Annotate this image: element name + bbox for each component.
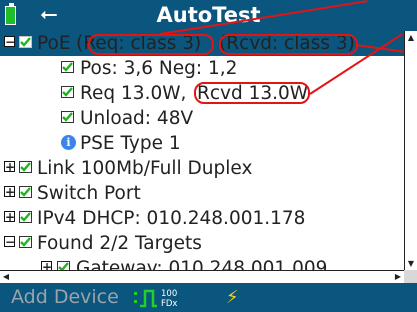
checkmark-icon <box>19 236 32 248</box>
scroll-up-icon[interactable]: ▲ <box>406 32 416 43</box>
expand-icon[interactable]: + <box>4 186 15 198</box>
poe-label: PoE <box>37 33 71 54</box>
vertical-scrollbar[interactable]: ▲ ▼ <box>404 31 417 270</box>
link-label: Link 100Mb/Full Duplex <box>37 158 253 179</box>
checkmark-icon <box>61 86 74 98</box>
power-bolt-icon: ⚡ <box>226 287 239 308</box>
speed-bottom: FDx <box>161 299 177 309</box>
bottom-bar: Add Device 100 FDx ⚡ <box>0 283 417 312</box>
ipv4-label: IPv4 DHCP: 010.248.001.178 <box>37 208 306 229</box>
info-icon: i <box>61 135 76 150</box>
expand-icon[interactable]: + <box>41 261 52 270</box>
results-tree[interactable]: − PoE (Req: class 3) (Rcvd: class 3) Pos… <box>0 31 404 270</box>
req-power-label: Req 13.0W, <box>80 83 187 104</box>
checkmark-icon <box>57 261 70 270</box>
checkmark-icon <box>19 186 32 198</box>
add-device-button[interactable]: Add Device <box>0 283 127 312</box>
page-title: AutoTest <box>156 3 261 27</box>
collapse-icon[interactable]: − <box>4 36 15 48</box>
checkmark-icon <box>19 211 32 223</box>
annotation-oval-rcvd-class <box>219 34 358 55</box>
checkmark-icon <box>61 61 74 73</box>
scroll-left-icon[interactable]: ◀ <box>1 271 11 283</box>
speed-top: 100 <box>161 289 177 299</box>
collapse-icon[interactable]: − <box>4 236 15 248</box>
checkmark-icon <box>61 111 74 123</box>
checkmark-icon <box>19 161 32 173</box>
scrollbar-corner <box>404 270 417 283</box>
scroll-down-icon[interactable]: ▼ <box>406 258 416 269</box>
annotation-oval-req-class <box>88 34 214 55</box>
unload-label: Unload: 48V <box>80 108 194 129</box>
gateway-label: Gateway: 010.248.001.009 <box>76 258 328 270</box>
pos-neg-label: Pos: 3,6 Neg: 1,2 <box>80 58 238 79</box>
expand-icon[interactable]: + <box>4 211 15 223</box>
found-targets-label: Found 2/2 Targets <box>37 233 202 254</box>
expand-icon[interactable]: + <box>4 161 15 173</box>
checkmark-icon <box>19 36 32 48</box>
annotation-oval-rcvd-power <box>194 82 310 104</box>
horizontal-scrollbar[interactable]: ◀ ▶ <box>0 270 404 283</box>
switch-port-label: Switch Port <box>37 183 141 204</box>
scroll-right-icon[interactable]: ▶ <box>393 271 403 283</box>
pse-type-label: PSE Type 1 <box>80 133 181 154</box>
link-speed-icon: 100 FDx <box>134 289 177 309</box>
